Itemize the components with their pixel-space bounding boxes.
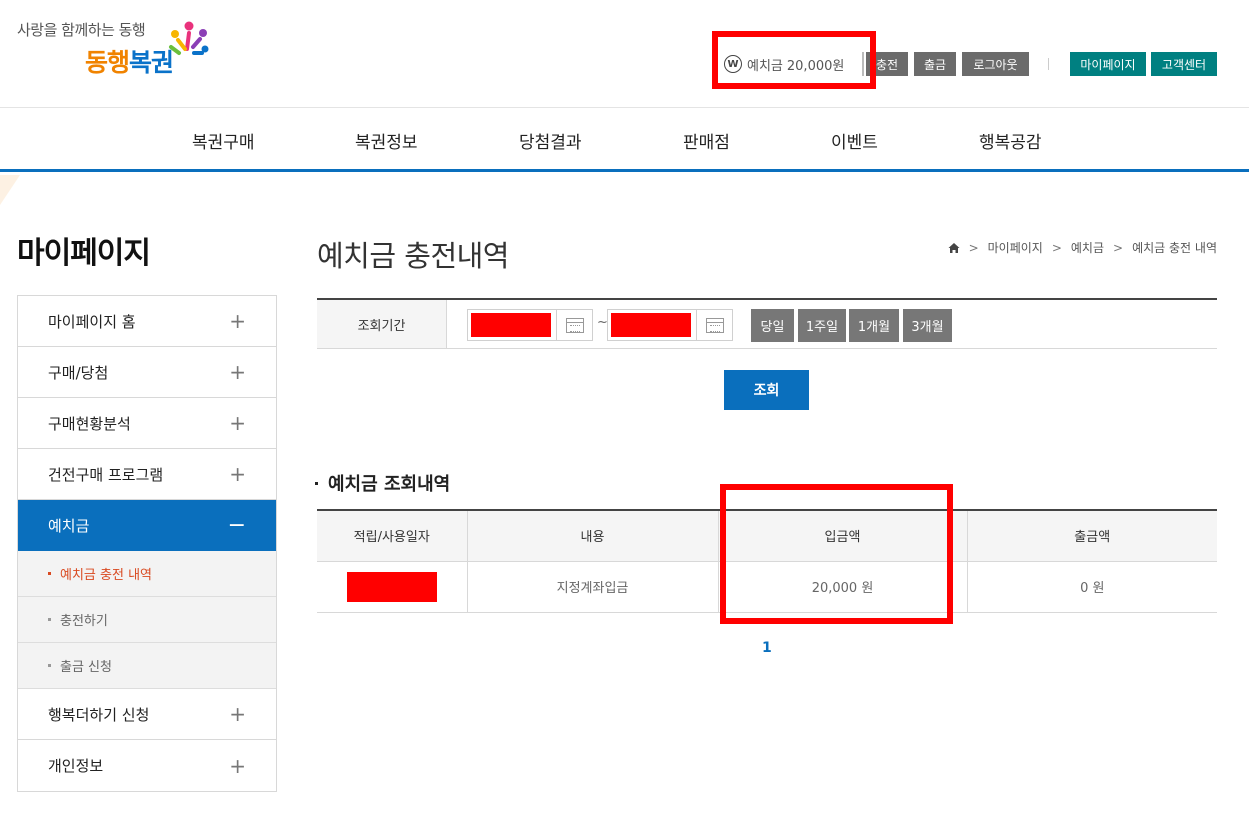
table-cell-withdraw: 0 원 [966, 561, 1217, 613]
table-cell-date [317, 561, 467, 613]
site-header: 사랑을 함께하는 동행 동행복권 W 예치금 20,000원 충전 출금 로그아… [0, 0, 1249, 108]
sidebar-item-label: 구매/당첨 [48, 363, 109, 382]
site-logo[interactable]: 사랑을 함께하는 동행 동행복권 [17, 17, 217, 89]
main-nav: 복권구매 복권정보 당첨결과 판매점 이벤트 행복공감 [0, 108, 1249, 172]
sidebar-subitem-withdraw-request[interactable]: 출금 신청 [18, 643, 276, 689]
withdraw-button[interactable]: 출금 [914, 52, 956, 76]
minus-icon: − [227, 513, 246, 538]
plus-icon: + [229, 753, 246, 778]
plus-icon: + [229, 360, 246, 384]
sidebar-item-personal-info[interactable]: 개인정보 + [18, 740, 276, 791]
sidebar-item-label: 건전구매 프로그램 [48, 465, 164, 484]
sidebar-item-label: 예치금 [48, 517, 90, 535]
sidebar-item-purchase-win[interactable]: 구매/당첨 + [18, 347, 276, 398]
breadcrumb-item[interactable]: 마이페이지 [988, 239, 1043, 256]
plus-icon: + [229, 462, 246, 486]
sidebar-item-label: 마이페이지 홈 [48, 312, 136, 331]
start-date-value[interactable] [471, 313, 551, 337]
search-panel: 조회기간 ~ 당일 1주일 1개월 3개월 [317, 298, 1217, 349]
sidebar-item-mypage-home[interactable]: 마이페이지 홈 + [18, 296, 276, 347]
search-button[interactable]: 조회 [724, 370, 809, 410]
sidebar-item-happiness-plus[interactable]: 행복더하기 신청 + [18, 689, 276, 740]
sidebar-subitem-label: 충전하기 [60, 614, 108, 629]
period-3month-button[interactable]: 3개월 [903, 309, 952, 342]
sidebar-item-label: 개인정보 [48, 757, 104, 775]
bullet-icon [48, 572, 51, 575]
chevron-right-icon: > [968, 240, 979, 255]
nav-item-info[interactable]: 복권정보 [355, 128, 418, 153]
divider [1048, 58, 1049, 70]
period-1week-button[interactable]: 1주일 [798, 309, 846, 342]
decoration [0, 175, 20, 205]
logo-brand: 동행복권 [85, 48, 174, 77]
period-1month-button[interactable]: 1개월 [849, 309, 899, 342]
calendar-icon [705, 317, 724, 333]
plus-icon: + [229, 309, 246, 333]
nav-item-stores[interactable]: 판매점 [683, 128, 730, 153]
sidebar-subitem-label: 예치금 충전 내역 [60, 568, 152, 583]
column-header: 적립/사용일자 [317, 509, 467, 562]
calendar-button[interactable] [696, 310, 732, 340]
column-header: 내용 [466, 509, 718, 562]
sidebar-item-deposit[interactable]: 예치금 − [18, 500, 276, 551]
logout-button[interactable]: 로그아웃 [962, 52, 1029, 76]
period-today-button[interactable]: 당일 [751, 309, 794, 342]
nav-item-results[interactable]: 당첨결과 [519, 128, 582, 153]
nav-item-buy[interactable]: 복권구매 [192, 128, 255, 153]
column-header: 출금액 [966, 509, 1217, 562]
plus-icon: + [229, 702, 246, 726]
pagination-page[interactable]: 1 [762, 640, 772, 656]
end-date-value[interactable] [611, 313, 691, 337]
sidebar-item-healthy-program[interactable]: 건전구매 프로그램 + [18, 449, 276, 500]
breadcrumb-item: 예치금 충전 내역 [1132, 241, 1217, 255]
bullet-icon [315, 481, 318, 485]
page-title: 예치금 충전내역 [317, 239, 509, 273]
customer-center-button[interactable]: 고객센터 [1151, 52, 1217, 76]
calendar-button[interactable] [556, 310, 592, 340]
chevron-right-icon: > [1113, 240, 1124, 255]
breadcrumb: > 마이페이지 > 예치금 > 예치금 충전 내역 [948, 239, 1217, 256]
bullet-icon [48, 618, 51, 621]
highlight-box [720, 484, 953, 624]
sidebar-subitem-deposit-history[interactable]: 예치금 충전 내역 [18, 551, 276, 597]
search-period-label: 조회기간 [317, 300, 447, 348]
table-cell-content: 지정계좌입금 [466, 561, 718, 613]
sidebar: 마이페이지 홈 + 구매/당첨 + 구매현황분석 + 건전구매 프로그램 + 예치금 − … [17, 295, 277, 792]
redacted-date [346, 571, 437, 602]
logo-slogan: 사랑을 함께하는 동행 [17, 21, 146, 39]
breadcrumb-item[interactable]: 예치금 [1071, 239, 1104, 256]
home-icon[interactable] [948, 242, 960, 254]
section-title-text: 예치금 조회내역 [328, 474, 451, 495]
end-date-field[interactable] [607, 309, 733, 341]
highlight-box [712, 31, 876, 89]
chevron-right-icon: > [1051, 240, 1062, 255]
logo-mark-icon [169, 21, 209, 55]
sidebar-item-purchase-analysis[interactable]: 구매현황분석 + [18, 398, 276, 449]
calendar-icon [565, 317, 584, 333]
nav-item-events[interactable]: 이벤트 [831, 128, 878, 153]
sidebar-title: 마이페이지 [17, 236, 151, 271]
nav-item-happiness[interactable]: 행복공감 [979, 128, 1042, 153]
section-title: 예치금 조회내역 [315, 470, 450, 496]
plus-icon: + [229, 411, 246, 435]
sidebar-item-label: 행복더하기 신청 [48, 705, 150, 724]
sidebar-item-label: 구매현황분석 [48, 414, 131, 433]
mypage-button[interactable]: 마이페이지 [1070, 52, 1146, 76]
sidebar-subitem-charge[interactable]: 충전하기 [18, 597, 276, 643]
bullet-icon [48, 664, 51, 667]
sidebar-subitem-label: 출금 신청 [60, 660, 112, 675]
start-date-field[interactable] [467, 309, 593, 341]
